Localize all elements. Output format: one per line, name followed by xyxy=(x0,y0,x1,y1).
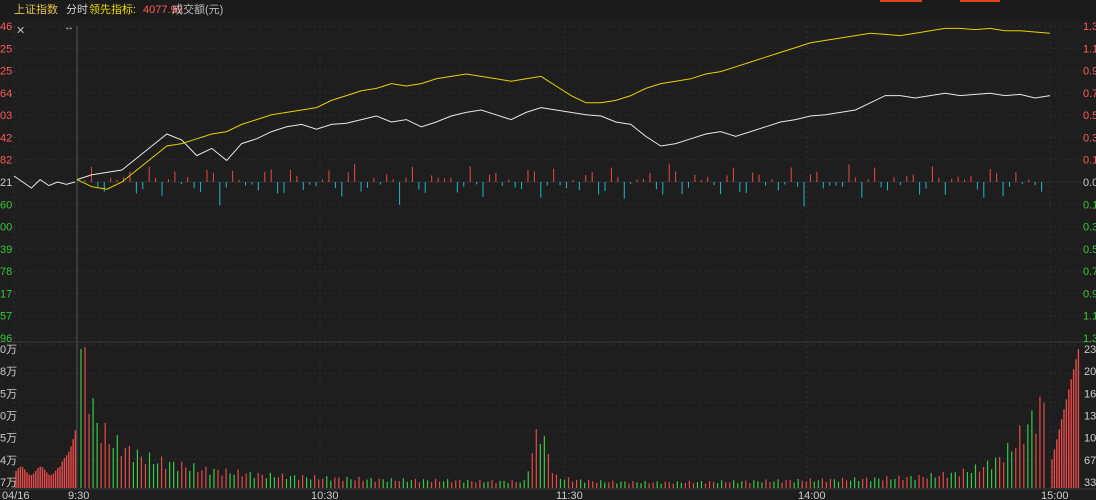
left-axis-tick: 64 xyxy=(0,88,12,100)
right-axis-tick: 0.9 xyxy=(1083,66,1096,78)
time-axis-tick: 10:30 xyxy=(311,490,339,500)
volume-left-tick: 4万 xyxy=(0,455,17,467)
left-axis-tick: 82 xyxy=(0,155,12,167)
volume-left-tick: 7万 xyxy=(0,477,17,489)
volume-left-tick: 5万 xyxy=(0,388,17,400)
left-axis-tick: 57 xyxy=(0,311,12,323)
left-axis-tick: 39 xyxy=(0,244,12,256)
right-axis-tick: 1.1 xyxy=(1083,311,1096,323)
left-axis-tick: 78 xyxy=(0,266,12,278)
intraday-chart: 4625256403428221600039781757961.31.10.90… xyxy=(0,21,1096,500)
volume-right-tick: 20 xyxy=(1084,366,1096,378)
right-axis-tick: 0.7 xyxy=(1083,88,1096,100)
left-axis-tick: 00 xyxy=(0,222,12,234)
volume-right-tick: 16 xyxy=(1084,388,1096,400)
volume-left-tick: 0万 xyxy=(0,344,17,356)
time-axis-tick: 04/16 xyxy=(2,490,30,500)
time-axis-tick: 15:00 xyxy=(1041,490,1069,500)
leading-index-line xyxy=(76,27,1051,190)
left-axis-tick: 21 xyxy=(0,177,12,189)
right-axis-tick: 0.1 xyxy=(1083,155,1096,167)
volume-right-tick: 13 xyxy=(1084,411,1096,423)
right-axis-tick: 0.9 xyxy=(1083,288,1096,300)
left-axis-tick: 25 xyxy=(0,43,12,55)
left-axis-tick: 03 xyxy=(0,110,12,122)
right-axis-tick: 1.1 xyxy=(1083,43,1096,55)
volume-right-tick: 10 xyxy=(1084,433,1096,445)
volume-left-tick: 8万 xyxy=(0,366,17,378)
volume-left-tick: 0万 xyxy=(0,411,17,423)
volume-right-tick: 33 xyxy=(1084,477,1096,489)
left-axis-tick: 60 xyxy=(0,199,12,211)
left-axis-tick: 17 xyxy=(0,288,12,300)
volume-right-tick: 23 xyxy=(1084,344,1096,356)
right-axis-tick: 0.1 xyxy=(1083,199,1096,211)
price-lines xyxy=(13,27,1051,190)
volume-right-tick: 67 xyxy=(1084,455,1096,467)
left-axis-tick: 25 xyxy=(0,66,12,78)
volume-bars xyxy=(15,346,1080,488)
right-axis-tick: 0.5 xyxy=(1083,244,1096,256)
right-axis-tick: 0.3 xyxy=(1083,222,1096,234)
right-axis-tick: 0.0 xyxy=(1083,177,1096,189)
left-axis-tick: 42 xyxy=(0,132,12,144)
time-axis-tick: 14:00 xyxy=(798,490,826,500)
index-price-line xyxy=(76,92,1051,181)
right-axis-tick: 1.3 xyxy=(1083,21,1096,33)
time-axis-tick: 11:30 xyxy=(556,490,583,500)
volume-left-tick: 5万 xyxy=(0,433,17,445)
right-axis-tick: 0.3 xyxy=(1083,132,1096,144)
time-axis-tick: 9:30 xyxy=(68,490,89,500)
leading-index-bars xyxy=(84,163,1043,207)
left-axis-tick: 46 xyxy=(0,21,12,33)
right-axis-tick: 0.5 xyxy=(1083,110,1096,122)
right-axis-tick: 0.7 xyxy=(1083,266,1096,278)
